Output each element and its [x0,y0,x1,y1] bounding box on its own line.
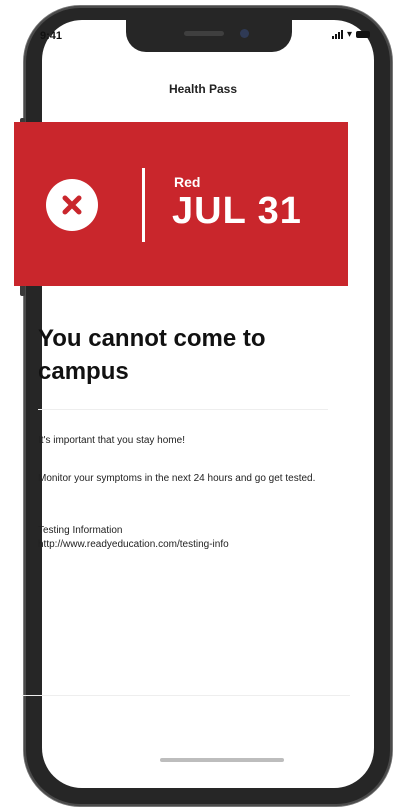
signal-bars-icon [331,30,343,39]
testing-link[interactable]: http://www.readyeducation.com/testing-in… [38,538,328,552]
message-stay-home: It's important that you stay home! [38,435,185,446]
divider [38,409,328,410]
home-indicator[interactable] [160,758,284,762]
front-camera [240,29,249,38]
notch [126,20,292,52]
page-title: Health Pass [168,82,238,96]
headline: You cannot come to campus [38,325,266,385]
wifi-icon: ▾ [346,29,352,40]
message-monitor-symptoms: Monitor your symptoms in the next 24 hou… [38,473,316,484]
footer-divider [22,695,350,696]
status-label: Red [174,174,201,190]
status-time: 9:41 [40,30,63,42]
testing-information: Testing Information http://www.readyeduc… [38,524,328,552]
x-circle-icon [46,179,98,231]
status-banner: Red JUL 31 [14,122,348,286]
testing-label: Testing Information [38,525,123,536]
banner-divider [142,168,145,242]
status-icons: ▾ [331,29,370,40]
battery-icon [356,31,370,38]
status-date: JUL 31 [172,190,302,232]
speaker [184,31,224,36]
